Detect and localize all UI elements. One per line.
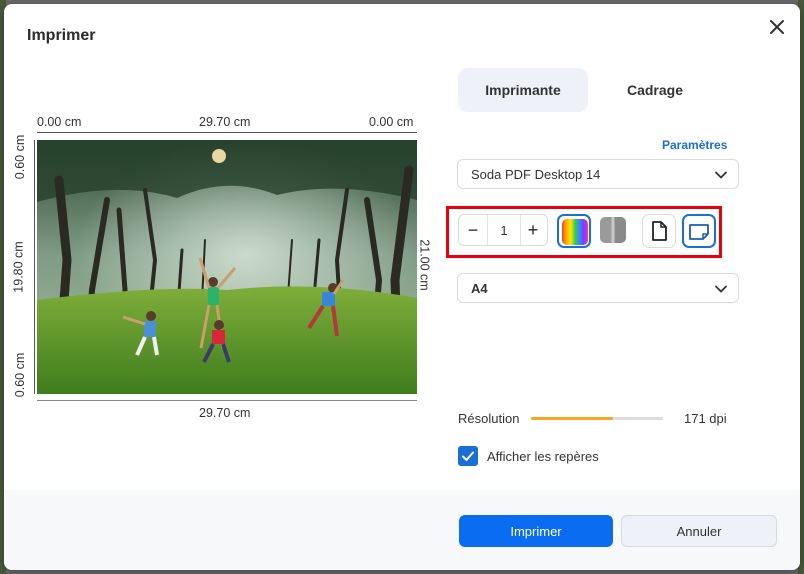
- resolution-slider[interactable]: [531, 417, 663, 420]
- resolution-value: 171 dpi: [684, 411, 727, 426]
- paper-size-value: A4: [471, 280, 488, 296]
- dialog-title: Imprimer: [27, 27, 96, 44]
- dim-bottom-center: 29.70 cm: [199, 406, 251, 420]
- bottom-ruler: [37, 400, 417, 401]
- parametres-link[interactable]: Paramètres: [662, 138, 727, 152]
- top-ruler: [37, 132, 417, 133]
- dim-left-middle: 19.80 cm: [11, 241, 26, 293]
- increment-button[interactable]: +: [519, 215, 547, 245]
- copies-stepper: − 1 +: [458, 214, 548, 246]
- left-ruler: [34, 140, 35, 394]
- dim-top-left: 0.00 cm: [37, 115, 82, 129]
- checkmark-icon: [462, 451, 474, 461]
- landscape-page-icon: [689, 224, 709, 240]
- chevron-down-icon: [715, 285, 727, 293]
- decrement-button[interactable]: −: [459, 215, 487, 245]
- preview-image: [37, 140, 417, 394]
- print-button[interactable]: Imprimer: [459, 515, 613, 547]
- show-marks-label: Afficher les repères: [487, 449, 599, 464]
- print-dialog: Imprimer 0.00 cm 29.70 cm 0.00 cm 0.60 c…: [4, 4, 800, 570]
- grayscale-mode-button[interactable]: [597, 214, 631, 248]
- copies-value[interactable]: 1: [487, 215, 521, 245]
- close-icon[interactable]: [766, 16, 788, 38]
- tab-cadrage[interactable]: Cadrage: [590, 68, 720, 112]
- dim-top-center: 29.70 cm: [199, 115, 251, 129]
- color-mode-button[interactable]: [557, 214, 591, 248]
- printer-select-value: Soda PDF Desktop 14: [471, 166, 601, 182]
- paper-size-select[interactable]: A4: [457, 273, 739, 303]
- dim-top-right: 0.00 cm: [369, 115, 414, 129]
- show-marks-checkbox[interactable]: [458, 446, 478, 466]
- grayscale-icon: [600, 217, 626, 243]
- portrait-page-icon: [652, 221, 667, 241]
- landscape-button[interactable]: [682, 214, 716, 248]
- tab-imprimante[interactable]: Imprimante: [458, 68, 588, 112]
- dim-right-middle: 21.00 cm: [417, 239, 432, 291]
- cancel-button[interactable]: Annuler: [621, 515, 777, 547]
- resolution-slider-fill: [531, 417, 613, 420]
- printer-select[interactable]: Soda PDF Desktop 14: [457, 159, 739, 189]
- dim-left-top: 0.60 cm: [13, 134, 28, 180]
- portrait-button[interactable]: [642, 214, 676, 248]
- chevron-down-icon: [715, 171, 727, 179]
- color-spectrum-icon: [562, 219, 588, 245]
- resolution-label: Résolution: [458, 411, 520, 426]
- dim-left-bottom: 0.60 cm: [13, 352, 28, 398]
